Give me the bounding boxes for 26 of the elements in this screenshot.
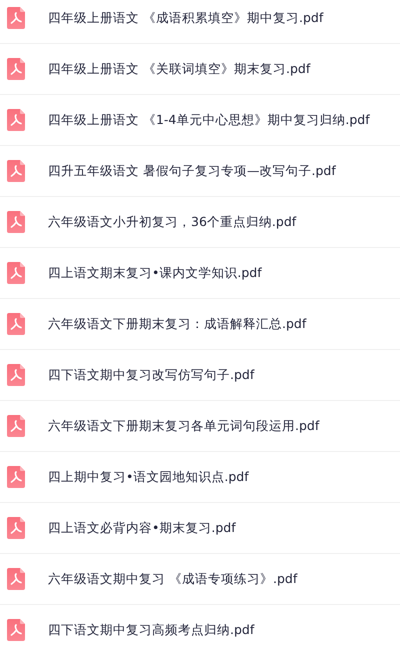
file-name[interactable]: 四年级上册语文 《关联词填空》期末复习.pdf: [48, 60, 310, 78]
pdf-file-icon: [7, 415, 25, 437]
pdf-file-icon: [7, 160, 25, 182]
pdf-file-icon: [7, 619, 25, 641]
file-name[interactable]: 四年级上册语文 《1-4单元中心思想》期中复习归纳.pdf: [48, 112, 370, 128]
pdf-file-icon: [7, 262, 25, 284]
pdf-file-icon: [7, 58, 25, 80]
pdf-file-icon: [7, 364, 25, 386]
file-name[interactable]: 四下语文期中复习高频考点归纳.pdf: [48, 622, 254, 638]
file-name[interactable]: 四上期中复习•语文园地知识点.pdf: [48, 468, 249, 486]
pdf-file-icon: [7, 313, 25, 335]
file-name[interactable]: 四升五年级语文 暑假句子复习专项—改写句子.pdf: [48, 162, 336, 180]
pdf-file-icon: [7, 7, 25, 29]
file-name[interactable]: 六年级语文小升初复习，36个重点归纳.pdf: [48, 214, 296, 230]
pdf-file-icon: [7, 211, 25, 233]
pdf-file-icon: [7, 517, 25, 539]
file-name[interactable]: 四上语文期末复习•课内文学知识.pdf: [48, 264, 262, 282]
file-name[interactable]: 六年级语文下册期末复习各单元词句段运用.pdf: [48, 418, 320, 434]
file-name[interactable]: 六年级语文期中复习 《成语专项练习》.pdf: [48, 570, 298, 588]
pdf-file-icon: [7, 568, 25, 590]
file-name[interactable]: 四年级上册语文 《成语积累填空》期中复习.pdf: [48, 10, 324, 26]
pdf-file-icon: [7, 466, 25, 488]
file-name[interactable]: 六年级语文下册期末复习：成语解释汇总.pdf: [48, 316, 306, 332]
pdf-file-icon: [7, 109, 25, 131]
file-name[interactable]: 四下语文期中复习改写仿写句子.pdf: [48, 366, 254, 384]
file-name[interactable]: 四上语文必背内容•期末复习.pdf: [48, 520, 236, 536]
